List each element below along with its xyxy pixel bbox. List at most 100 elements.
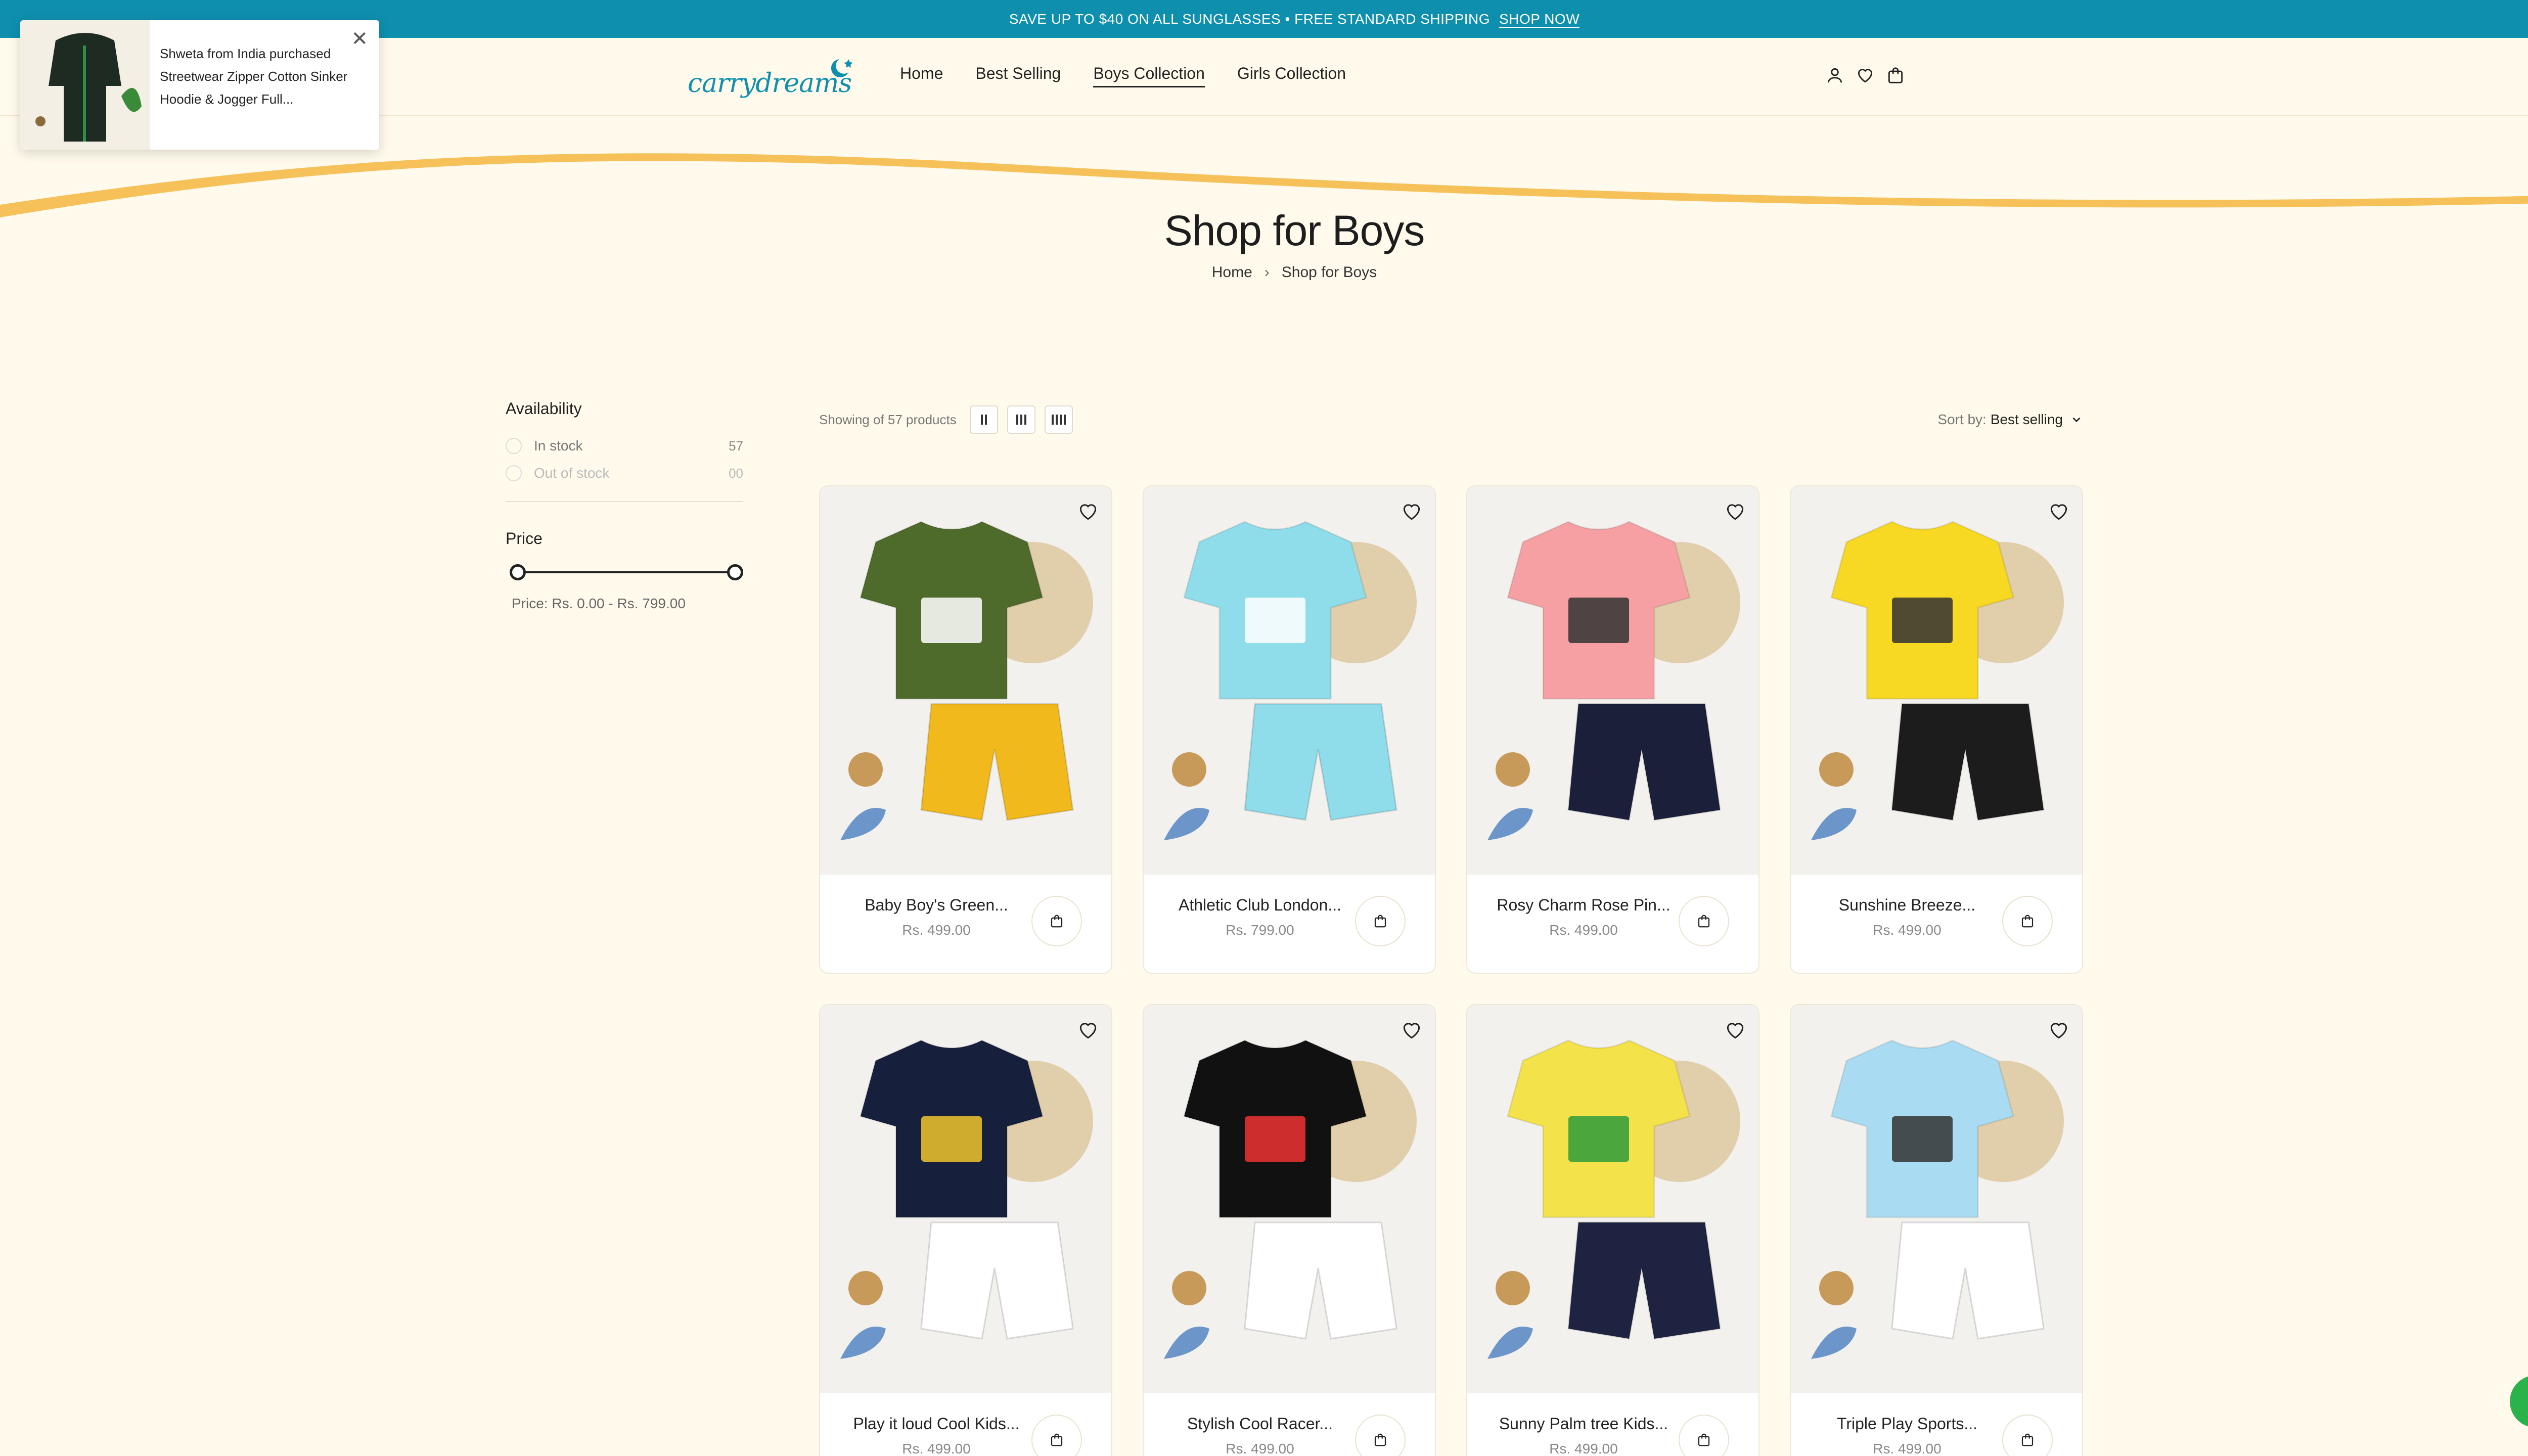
wishlist-icon[interactable]: [1856, 66, 1875, 85]
product-count: Showing of 57 products: [819, 412, 957, 427]
product-name[interactable]: Rosy Charm Rose Pin...: [1482, 896, 1685, 915]
product-card[interactable]: Play it loud Cool Kids... Rs. 499.00: [819, 1004, 1112, 1456]
grid-4-columns-button[interactable]: [1044, 405, 1073, 434]
sort-dropdown[interactable]: Sort by: Best selling: [1937, 412, 2083, 428]
price-range-slider[interactable]: [506, 562, 743, 582]
filter-sidebar: Availability In stock 57 Out of stock 00…: [506, 399, 743, 612]
page-title: Shop for Boys: [1164, 207, 1425, 254]
breadcrumb-home[interactable]: Home: [1212, 264, 1252, 281]
shopping-bag-icon: [1051, 915, 1063, 928]
popup-text: Shweta from India purchased Streetwear Z…: [160, 46, 348, 107]
price-min-handle[interactable]: [510, 564, 526, 580]
product-card[interactable]: Baby Boy's Green... Rs. 499.00: [819, 485, 1112, 974]
popup-close-icon[interactable]: ✕: [351, 27, 368, 51]
add-to-cart-button[interactable]: [1031, 1415, 1082, 1456]
whatsapp-chat-button[interactable]: [2510, 1375, 2528, 1428]
breadcrumb-current: Shop for Boys: [1281, 264, 1377, 281]
in-stock-label: In stock: [534, 438, 583, 453]
grid-3-columns-button[interactable]: [1007, 405, 1035, 434]
shopping-bag-icon: [1698, 915, 1710, 928]
collection-toolbar: Showing of 57 products Sort by: Best sel…: [819, 404, 2083, 435]
shopping-bag-icon: [1374, 915, 1386, 928]
account-icon[interactable]: [1825, 66, 1844, 85]
wishlist-heart-icon[interactable]: [2048, 1019, 2070, 1041]
product-image[interactable]: [1144, 1005, 1436, 1393]
main-nav: Home Best Selling Boys Collection Girls …: [900, 64, 1346, 87]
product-name[interactable]: Sunshine Breeze...: [1806, 896, 2008, 915]
nav-girls-collection[interactable]: Girls Collection: [1237, 64, 1346, 87]
product-card[interactable]: Sunny Palm tree Kids... Rs. 499.00: [1466, 1004, 1759, 1456]
product-image[interactable]: [1467, 1005, 1759, 1393]
grid-2-columns-button[interactable]: [969, 405, 998, 434]
whatsapp-icon: [2527, 1414, 2528, 1415]
product-card[interactable]: Triple Play Sports... Rs. 499.00: [1790, 1004, 2083, 1456]
product-image[interactable]: [1467, 486, 1759, 875]
product-price: Rs. 499.00: [902, 1441, 971, 1456]
add-to-cart-button[interactable]: [1355, 1415, 1406, 1456]
product-name[interactable]: Stylish Cool Racer...: [1159, 1415, 1361, 1433]
add-to-cart-button[interactable]: [1031, 896, 1082, 946]
shopping-bag-icon: [1698, 1433, 1710, 1446]
add-to-cart-button[interactable]: [1355, 896, 1406, 946]
shopping-bag-icon: [1051, 1433, 1063, 1446]
add-to-cart-button[interactable]: [1679, 1415, 1729, 1456]
product-name[interactable]: Baby Boy's Green...: [835, 896, 1037, 915]
header-icons: [1825, 66, 1905, 85]
product-name[interactable]: Triple Play Sports...: [1806, 1415, 2008, 1433]
add-to-cart-button[interactable]: [1679, 896, 1729, 946]
product-image[interactable]: [1791, 486, 2083, 875]
out-of-stock-count: 00: [729, 465, 743, 481]
wishlist-heart-icon[interactable]: [1077, 500, 1099, 523]
product-card[interactable]: Rosy Charm Rose Pin... Rs. 499.00: [1466, 485, 1759, 974]
shopping-bag-icon: [2021, 915, 2034, 928]
product-image[interactable]: [820, 486, 1112, 875]
filter-out-of-stock[interactable]: Out of stock 00: [506, 460, 743, 487]
product-image[interactable]: [1791, 1005, 2083, 1393]
product-image[interactable]: [1144, 486, 1436, 875]
add-to-cart-button[interactable]: [2002, 1415, 2053, 1456]
in-stock-checkbox[interactable]: [506, 438, 522, 454]
filter-in-stock[interactable]: In stock 57: [506, 432, 743, 460]
wishlist-heart-icon[interactable]: [1401, 1019, 1423, 1041]
shop-now-link[interactable]: SHOP NOW: [1499, 11, 1579, 27]
add-to-cart-button[interactable]: [2002, 896, 2053, 946]
logo[interactable]: carrydreams: [688, 48, 853, 99]
product-name[interactable]: Sunny Palm tree Kids...: [1482, 1415, 1685, 1433]
sort-label: Sort by:: [1937, 412, 1987, 427]
product-image[interactable]: [820, 1005, 1112, 1393]
wishlist-heart-icon[interactable]: [1724, 500, 1746, 523]
price-range-text: Price: Rs. 0.00 - Rs. 799.00: [512, 596, 686, 611]
breadcrumb: Home › Shop for Boys: [0, 264, 2528, 281]
nav-best-selling[interactable]: Best Selling: [975, 64, 1061, 87]
product-card[interactable]: Stylish Cool Racer... Rs. 499.00: [1143, 1004, 1436, 1456]
out-of-stock-checkbox[interactable]: [506, 465, 522, 481]
price-max-handle[interactable]: [727, 564, 743, 580]
price-range-track: [518, 571, 731, 573]
product-price: Rs. 499.00: [1873, 922, 1942, 938]
nav-boys-collection[interactable]: Boys Collection: [1093, 64, 1205, 87]
nav-home[interactable]: Home: [900, 64, 943, 87]
wishlist-heart-icon[interactable]: [1077, 1019, 1099, 1041]
product-price: Rs. 499.00: [902, 922, 971, 938]
out-of-stock-label: Out of stock: [534, 465, 610, 481]
announcement-bar: SAVE UP TO $40 ON ALL SUNGLASSES • FREE …: [0, 0, 2528, 38]
product-name[interactable]: Athletic Club London...: [1159, 896, 1361, 915]
chevron-down-icon: [2072, 417, 2081, 423]
wishlist-heart-icon[interactable]: [1724, 1019, 1746, 1041]
shopping-bag-icon: [2021, 1433, 2034, 1446]
product-card[interactable]: Sunshine Breeze... Rs. 499.00: [1790, 485, 2083, 974]
cart-icon[interactable]: [1886, 66, 1905, 85]
product-card[interactable]: Athletic Club London... Rs. 799.00: [1143, 485, 1436, 974]
site-header: carrydreams Home Best Selling Boys Colle…: [0, 38, 2528, 116]
recent-purchase-popup[interactable]: Shweta from India purchased Streetwear Z…: [20, 20, 379, 150]
shopping-bag-icon: [1374, 1433, 1386, 1446]
breadcrumb-chevron-icon: ›: [1264, 264, 1270, 281]
product-price: Rs. 499.00: [1549, 1441, 1618, 1456]
wishlist-heart-icon[interactable]: [1401, 500, 1423, 523]
product-price: Rs. 799.00: [1226, 922, 1294, 938]
product-price: Rs. 499.00: [1226, 1441, 1294, 1456]
filter-divider: [506, 501, 743, 502]
product-name[interactable]: Play it loud Cool Kids...: [835, 1415, 1037, 1433]
wishlist-heart-icon[interactable]: [2048, 500, 2070, 523]
sort-value: Best selling: [1990, 412, 2063, 427]
